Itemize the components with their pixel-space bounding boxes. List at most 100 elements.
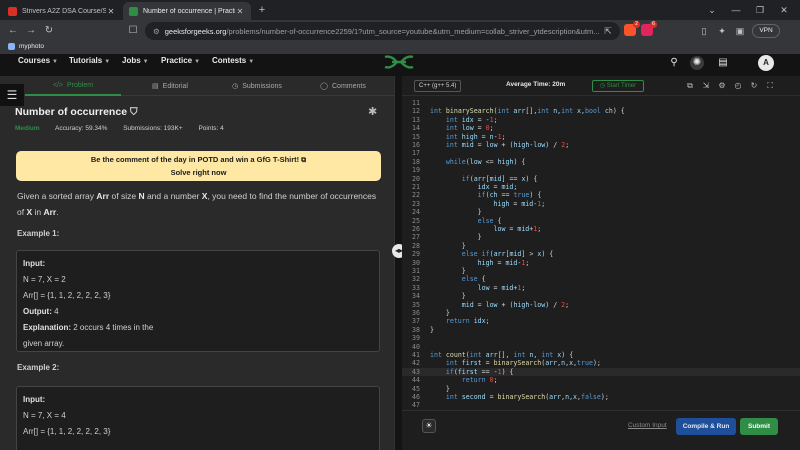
language-select[interactable]: C++ (g++ 5.4) — [414, 80, 462, 92]
avatar[interactable]: A — [758, 55, 774, 71]
code-text: return 0; — [461, 376, 498, 385]
report-bug-icon[interactable]: ✱ — [368, 105, 377, 118]
code-line[interactable]: 46 int second = binarySearch(arr,n,x,fal… — [402, 393, 800, 401]
code-line[interactable]: 34 } — [402, 292, 800, 300]
editor-theme-icon[interactable]: ☀ — [422, 419, 436, 433]
bookmark-icon[interactable]: ⛉ — [130, 107, 138, 118]
tab-editorial[interactable]: ▤ Editorial — [122, 76, 218, 96]
code-line[interactable]: 20 if(arr[mid] == x) { — [402, 175, 800, 183]
search-icon[interactable]: ⚲ — [667, 56, 681, 70]
start-timer-button[interactable]: ◷ Start Timer — [592, 80, 644, 92]
custom-input-link[interactable]: Custom Input — [628, 422, 667, 429]
code-editor[interactable]: 11 12 int binarySearch(int arr[],int n,int… — [402, 96, 800, 410]
code-line[interactable]: 42 int first = binarySearch(arr,n,x,true… — [402, 359, 800, 367]
code-line[interactable]: 29 else if(arr[mid] > x) { — [402, 250, 800, 258]
code-line[interactable]: 41 int count(int arr[], int n, int x) { — [402, 351, 800, 359]
sidebar-icon[interactable]: ▯ — [697, 24, 711, 38]
code-line[interactable]: 11 — [402, 99, 800, 107]
tab-search-icon[interactable]: ⌄ — [704, 3, 720, 17]
close-icon[interactable]: ✕ — [106, 7, 116, 16]
code-line[interactable]: 19 — [402, 166, 800, 174]
code-line[interactable]: 21 idx = mid; — [402, 183, 800, 191]
code-text: return idx; — [445, 317, 490, 326]
bookmark-star-icon[interactable]: ☐ — [126, 24, 140, 38]
code-line[interactable]: 36 } — [402, 309, 800, 317]
share-icon[interactable]: ⇱ — [601, 24, 615, 38]
code-line[interactable]: 45 } — [402, 385, 800, 393]
history-icon[interactable]: ◴ — [732, 80, 744, 92]
browser-tab-gfg[interactable]: Number of occurrence | Practice ✕ — [123, 2, 251, 20]
compile-run-button[interactable]: Compile & Run — [676, 418, 736, 435]
code-line[interactable]: 40 — [402, 343, 800, 351]
nav-practice[interactable]: Practice ▼ — [161, 56, 200, 65]
tab-comments[interactable]: ◯ Comments — [295, 76, 391, 96]
brave-rewards-icon[interactable]: 6 — [641, 21, 657, 36]
code-line[interactable]: 32 else { — [402, 275, 800, 283]
close-window-icon[interactable]: ✕ — [776, 3, 792, 17]
new-tab-button[interactable]: + — [255, 2, 269, 18]
nav-jobs[interactable]: Jobs ▼ — [122, 56, 149, 65]
line-number: 14 — [412, 124, 420, 133]
code-line[interactable]: 37 return idx; — [402, 317, 800, 325]
code-text: if(first == -1) { — [445, 367, 514, 376]
tab-submissions[interactable]: ◷ Submissions — [209, 76, 305, 96]
vpn-button[interactable]: VPN — [752, 24, 780, 38]
code-line[interactable]: 47 — [402, 401, 800, 409]
example-1-box: Input: N = 7, X = 2 Arr[] = {1, 1, 2, 2,… — [16, 250, 380, 352]
submit-button[interactable]: Submit — [740, 418, 778, 435]
code-line[interactable]: 30 high = mid-1; — [402, 259, 800, 267]
potd-banner[interactable]: Be the comment of the day in POTD and wi… — [16, 151, 381, 181]
gfg-logo-icon[interactable] — [382, 55, 416, 69]
menu-icon[interactable]: ☰ — [0, 84, 24, 106]
code-line[interactable]: 23 high = mid-1; — [402, 200, 800, 208]
browser-tab-strivers[interactable]: Strivers A2Z DSA Course/Sheet - Co ✕ — [2, 2, 122, 20]
close-icon[interactable]: ✕ — [235, 7, 245, 16]
code-line[interactable]: 22 if(ch == true) { — [402, 191, 800, 199]
nav-contests[interactable]: Contests ▼ — [212, 56, 254, 65]
code-line[interactable]: 13 int idx = -1; — [402, 116, 800, 124]
code-line[interactable]: 39 — [402, 334, 800, 342]
nav-tutorials[interactable]: Tutorials ▼ — [69, 56, 110, 65]
address-bar[interactable]: ⚙ geeksforgeeks.org/problems/number-of-o… — [145, 22, 620, 40]
code-line[interactable]: 25 else { — [402, 217, 800, 225]
maximize-icon[interactable]: ❐ — [752, 3, 768, 17]
code-line[interactable]: 28 } — [402, 242, 800, 250]
code-line[interactable]: 35 mid = low + (high-low) / 2; — [402, 301, 800, 309]
notifications-icon[interactable]: ▤ — [716, 56, 730, 70]
banner-line-2[interactable]: Solve right now — [16, 167, 381, 179]
code-line[interactable]: 17 — [402, 149, 800, 157]
site-info-icon[interactable]: ⚙ — [153, 27, 160, 36]
code-line[interactable]: 38} — [402, 326, 800, 334]
code-line[interactable]: 31 } — [402, 267, 800, 275]
back-icon[interactable]: ← — [6, 24, 20, 38]
code-line[interactable]: 43 if(first == -1) { — [402, 367, 800, 377]
wallet-icon[interactable]: ▣ — [733, 24, 747, 38]
minimize-icon[interactable]: — — [728, 3, 744, 17]
download-icon[interactable]: ⇲ — [700, 80, 712, 92]
fullscreen-icon[interactable]: ⛶ — [764, 80, 776, 92]
code-line[interactable]: 33 low = mid+1; — [402, 284, 800, 292]
reload-icon[interactable]: ↻ — [42, 24, 56, 38]
code-line[interactable]: 44 return 0; — [402, 376, 800, 384]
code-line[interactable]: 24 } — [402, 208, 800, 216]
nav-courses[interactable]: Courses ▼ — [18, 56, 58, 65]
tab-problem[interactable]: </> Problem — [25, 76, 121, 96]
code-line[interactable]: 16 int mid = low + (high-low) / 2; — [402, 141, 800, 149]
code-line[interactable]: 27 } — [402, 233, 800, 241]
forward-icon[interactable]: → — [24, 24, 38, 38]
code-line[interactable]: 15 int high = n-1; — [402, 133, 800, 141]
reset-icon[interactable]: ↻ — [748, 80, 760, 92]
code-line[interactable]: 26 low = mid+1; — [402, 225, 800, 233]
brave-shield-icon[interactable]: 2 — [624, 21, 640, 36]
copy-icon[interactable]: ⧉ — [684, 80, 696, 92]
code-line[interactable]: 14 int low = 0; — [402, 124, 800, 132]
extensions-icon[interactable]: ✦ — [715, 24, 729, 38]
theme-toggle-icon[interactable]: ✺ — [690, 56, 704, 70]
bookmark-myphoto[interactable]: myphoto — [8, 43, 44, 50]
code-line[interactable]: 12 int binarySearch(int arr[],int n,int x… — [402, 107, 800, 115]
settings-icon[interactable]: ⚙ — [716, 80, 728, 92]
output-value: 4 — [54, 307, 59, 316]
code-line[interactable]: 18 while(low <= high) { — [402, 158, 800, 166]
code-text: } — [477, 233, 482, 242]
panel-splitter[interactable]: ◂▸ — [392, 76, 406, 450]
